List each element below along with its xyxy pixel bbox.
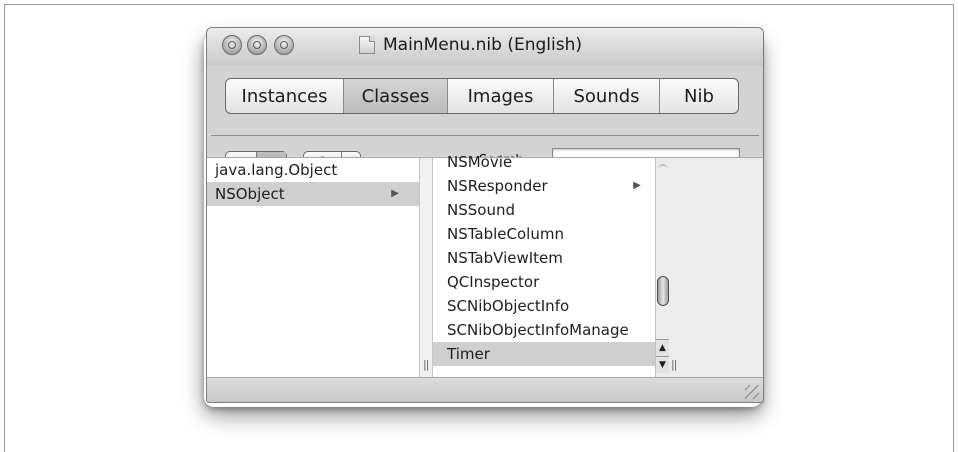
scroll-up-arrow[interactable]: ▲ bbox=[656, 339, 669, 356]
list-item[interactable]: NSTabViewItem bbox=[433, 246, 655, 270]
list-item[interactable]: NSMovie bbox=[433, 150, 655, 174]
list-item[interactable]: SCNibObjectInfo bbox=[433, 294, 655, 318]
tab-sounds[interactable]: Sounds bbox=[554, 79, 660, 113]
chevron-right-icon: ▶ bbox=[391, 188, 399, 199]
browser-column-3: || bbox=[669, 158, 763, 377]
window-title: MainMenu.nib (English) bbox=[383, 35, 583, 55]
nib-window: MainMenu.nib (English) Instances Classes… bbox=[206, 27, 764, 403]
title-bar[interactable]: MainMenu.nib (English) bbox=[207, 28, 763, 66]
list-item-label: QCInspector bbox=[447, 273, 540, 291]
tab-instances[interactable]: Instances bbox=[226, 79, 344, 113]
list-item[interactable]: java.lang.Object bbox=[207, 158, 419, 182]
list-item-label: SCNibObjectInfo bbox=[447, 297, 570, 315]
minimize-button[interactable] bbox=[247, 35, 267, 55]
list-item[interactable]: Timer bbox=[433, 342, 655, 366]
column-resize-grip[interactable]: || bbox=[423, 358, 430, 371]
segment-baseline bbox=[211, 135, 759, 136]
list-item-label: java.lang.Object bbox=[215, 161, 338, 179]
scroll-down-arrow[interactable]: ▼ bbox=[656, 356, 669, 373]
browser-column-2: NSMovie NSResponder ▶ NSSound NSTableColumn N… bbox=[433, 150, 655, 369]
tab-nib[interactable]: Nib bbox=[660, 79, 738, 113]
column-resize-grip[interactable]: || bbox=[671, 358, 678, 371]
nib-document-icon bbox=[359, 36, 375, 54]
list-item[interactable]: SCNibObjectInfoManage bbox=[433, 318, 655, 342]
list-item-label: NSSound bbox=[447, 201, 515, 219]
tab-segmented-control: Instances Classes Images Sounds Nib bbox=[225, 78, 739, 114]
window-bottom-bar bbox=[207, 377, 763, 402]
list-item-label: NSMovie bbox=[447, 153, 513, 171]
list-item-label: NSTableColumn bbox=[447, 225, 564, 243]
list-item[interactable]: NSResponder ▶ bbox=[433, 174, 655, 198]
class-browser: java.lang.Object NSObject ▶ || NSMovie NSRe… bbox=[207, 153, 763, 377]
scroll-thumb[interactable] bbox=[657, 276, 669, 306]
list-item[interactable]: QCInspector bbox=[433, 270, 655, 294]
browser-column-1: java.lang.Object NSObject ▶ bbox=[207, 158, 419, 377]
tab-classes[interactable]: Classes bbox=[344, 79, 448, 113]
list-item-label: NSResponder bbox=[447, 177, 548, 195]
list-item-label: NSTabViewItem bbox=[447, 249, 563, 267]
column-divider[interactable]: || bbox=[419, 158, 433, 377]
list-item[interactable]: NSObject ▶ bbox=[207, 182, 419, 206]
list-item-label: NSObject bbox=[215, 185, 285, 203]
list-item[interactable]: NSTableColumn bbox=[433, 222, 655, 246]
vertical-scrollbar[interactable]: ▲ ▼ bbox=[655, 158, 669, 377]
close-button[interactable] bbox=[222, 35, 242, 55]
tab-images[interactable]: Images bbox=[448, 79, 554, 113]
scroll-track-cap bbox=[658, 164, 668, 176]
list-item[interactable]: NSSound bbox=[433, 198, 655, 222]
list-item-label: SCNibObjectInfoManage bbox=[447, 321, 629, 339]
resize-grip-icon[interactable] bbox=[745, 385, 759, 399]
list-item-label: Timer bbox=[447, 345, 490, 363]
zoom-button[interactable] bbox=[274, 35, 294, 55]
chevron-right-icon: ▶ bbox=[633, 180, 641, 191]
